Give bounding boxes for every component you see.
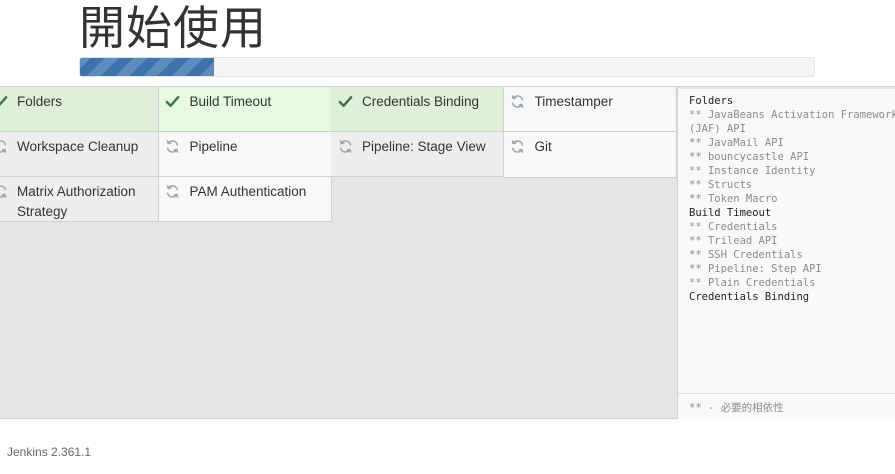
log-plugin-line: Folders [689, 95, 734, 107]
plugin-tile-label: Build Timeout [189, 94, 272, 109]
refresh-icon [165, 138, 181, 154]
log-dependency-line: ** Trilead API [689, 235, 778, 247]
page-title: 開始使用 [79, 1, 267, 55]
refresh-icon [0, 183, 8, 199]
log-dependency-line: (JAF) API [689, 123, 746, 135]
plugin-tile-label: Pipeline: Stage View [362, 139, 486, 154]
refresh-icon [0, 138, 8, 154]
plugin-tile-label: PAM Authentication [189, 184, 307, 199]
log-dependency-line: ** Plain Credentials [689, 277, 816, 289]
plugin-tile-pam-authentication: PAM Authentication [158, 177, 332, 222]
plugin-tile-label: Workspace Cleanup [17, 139, 139, 154]
plugin-tile-folders: Folders [0, 87, 159, 132]
log-dependency-line: ** JavaBeans Activation Framework [689, 109, 895, 121]
refresh-icon [165, 183, 181, 199]
jenkins-version: Jenkins 2.361.1 [7, 445, 92, 459]
install-progress-bar [79, 57, 815, 77]
plugin-tile-pipeline-stage-view: Pipeline: Stage View [331, 132, 504, 177]
check-icon [337, 93, 353, 109]
plugin-install-panel: Folders Build Timeout Credentials Binding T… [0, 86, 895, 419]
plugin-tile-label: Credentials Binding [362, 94, 480, 109]
log-dependency-line: ** Instance Identity [689, 165, 816, 177]
log-dependency-line: ** Token Macro [689, 193, 778, 205]
plugin-tile-pipeline: Pipeline [158, 132, 332, 177]
log-plugin-line: Build Timeout [689, 207, 772, 219]
plugin-tile-workspace-cleanup: Workspace Cleanup [0, 132, 159, 177]
plugin-tile-timestamper: Timestamper [503, 87, 677, 132]
log-dependency-line: ** JavaMail API [689, 137, 784, 149]
log-plugin-line: Credentials Binding [689, 291, 810, 303]
plugin-tile-label: Pipeline [189, 139, 238, 154]
plugin-tile-label: Folders [17, 94, 63, 109]
install-log-panel[interactable]: Folders ** JavaBeans Activation Framework… [677, 89, 895, 419]
refresh-icon [510, 138, 526, 154]
check-icon [0, 93, 8, 109]
log-dependency-line: ** bouncycastle API [689, 151, 810, 163]
install-progress-fill [80, 58, 215, 76]
plugin-tile-git: Git [503, 132, 677, 178]
plugin-tile-label: Timestamper [534, 94, 613, 109]
plugin-tile-build-timeout: Build Timeout [158, 87, 332, 132]
install-log-lines: Folders ** JavaBeans Activation Framework… [678, 89, 895, 304]
plugin-tile-label: Matrix Authorization Strategy [17, 184, 136, 219]
refresh-icon [510, 93, 526, 109]
log-dependency-line: ** SSH Credentials [689, 249, 803, 261]
plugin-tile-credentials-binding: Credentials Binding [331, 87, 504, 132]
dependency-legend: ** - 必要的相依性 [678, 393, 895, 419]
check-icon [165, 93, 181, 109]
log-dependency-line: ** Structs [689, 179, 753, 191]
log-dependency-line: ** Pipeline: Step API [689, 263, 822, 275]
log-dependency-line: ** Credentials [689, 221, 778, 233]
plugin-tile-label: Git [534, 139, 552, 154]
refresh-icon [337, 138, 353, 154]
plugin-tile-matrix-authorization-strategy: Matrix Authorization Strategy [0, 177, 159, 222]
